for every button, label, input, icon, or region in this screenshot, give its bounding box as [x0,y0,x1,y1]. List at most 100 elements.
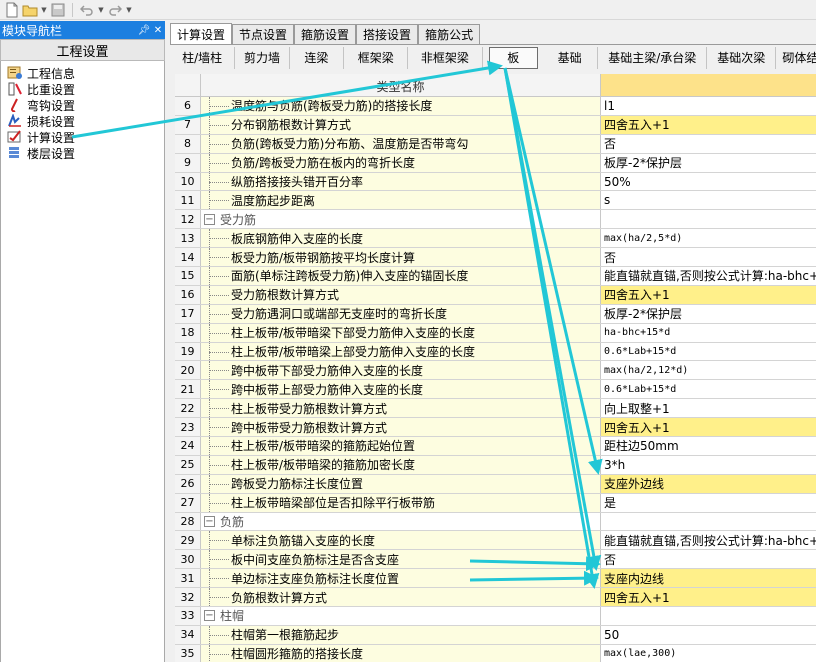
collapse-toggle-icon[interactable]: − [204,516,215,528]
close-icon[interactable]: ✕ [151,25,165,36]
undo-icon[interactable] [79,2,95,18]
row-value-cell[interactable]: 支座内边线 [601,569,816,588]
nav-item-calc-settings[interactable]: 计算设置 [1,129,164,145]
component-button-non-frame-beam[interactable]: 非框架梁 [408,46,483,69]
grid-row[interactable]: 19 柱上板带/板带暗梁上部受力筋伸入支座的长度 0.6*Lab+15*d [175,342,816,362]
row-value-cell[interactable]: 四舍五入+1 [601,418,816,437]
weight-icon [8,82,22,96]
component-button-shear-wall[interactable]: 剪力墙 [235,46,290,69]
component-button-foundation[interactable]: 基础 [542,46,599,69]
nav-item-project-info[interactable]: 工程信息 [1,65,164,81]
open-dropdown-arrow-icon[interactable]: ▼ [40,6,48,14]
undo-dropdown-arrow-icon[interactable]: ▼ [97,6,105,14]
row-value-cell[interactable] [601,513,816,531]
row-value-cell[interactable]: 50% [601,173,816,191]
grid-row[interactable]: 14 板受力筋/板带钢筋按平均长度计算 否 [175,248,816,268]
row-value-cell[interactable]: 3*h [601,456,816,474]
component-button-coupling-beam[interactable]: 连梁 [290,46,345,69]
grid-header-name[interactable]: 类型名称 [201,74,601,97]
row-value-cell[interactable]: 四舍五入+1 [601,115,816,134]
component-button-frame-beam[interactable]: 框架梁 [344,46,409,69]
tab-lap-settings[interactable]: 搭接设置 [356,24,419,44]
row-value-cell[interactable]: max(lae,300) [601,645,816,662]
grid-row[interactable]: 32 负筋根数计算方式 四舍五入+1 [175,588,816,608]
row-value-cell[interactable]: 四舍五入+1 [601,588,816,607]
grid-row[interactable]: 20 跨中板带下部受力筋伸入支座的长度 max(ha/2,12*d) [175,361,816,381]
grid-row[interactable]: 31 单边标注支座负筋标注长度位置 支座内边线 [175,569,816,589]
row-value-cell[interactable]: 否 [601,550,816,568]
row-value-cell[interactable]: 0.6*Lab+15*d [601,380,816,398]
grid-row[interactable]: 24 柱上板带/板带暗梁的箍筋起始位置 距柱边50mm [175,437,816,456]
component-button-foundation-secondary-beam[interactable]: 基础次梁 [707,46,777,69]
grid-group-row[interactable]: 28− 负筋 [175,512,816,532]
row-value-cell[interactable]: 否 [601,135,816,153]
grid-row[interactable]: 30 板中间支座负筋标注是否含支座 否 [175,550,816,570]
row-value-cell[interactable]: 否 [601,248,816,266]
row-value-cell[interactable]: 能直锚就直锚,否则按公式计算:ha-bhc+15*d [601,267,816,285]
grid-row[interactable]: 21 跨中板带上部受力筋伸入支座的长度 0.6*Lab+15*d [175,380,816,400]
grid-row[interactable]: 23 跨中板带受力筋根数计算方式 四舍五入+1 [175,418,816,438]
row-value-cell[interactable]: 50 [601,626,816,644]
row-value-cell[interactable]: 向上取整+1 [601,399,816,417]
tab-node-settings[interactable]: 节点设置 [232,24,295,44]
row-value-cell[interactable]: max(ha/2,12*d) [601,361,816,379]
open-folder-icon[interactable] [22,2,38,18]
grid-row[interactable]: 27 柱上板带暗梁部位是否扣除平行板带筋 是 [175,493,816,513]
nav-item-floor-settings[interactable]: 楼层设置 [1,145,164,161]
row-value-cell[interactable]: 是 [601,494,816,512]
save-icon[interactable] [50,2,66,18]
row-value-cell[interactable]: s [601,191,816,209]
row-value-cell[interactable]: 0.6*Lab+15*d [601,343,816,361]
grid-row[interactable]: 17 受力筋遇洞口或端部无支座时的弯折长度 板厚-2*保护层 [175,304,816,324]
collapse-toggle-icon[interactable]: − [204,610,215,622]
row-value-cell[interactable]: 能直锚就直锚,否则按公式计算:ha-bhc+15*d [601,531,816,549]
grid-row[interactable]: 18 柱上板带/板带暗梁下部受力筋伸入支座的长度 ha-bhc+15*d [175,323,816,343]
tab-calc-settings[interactable]: 计算设置 [170,23,233,44]
row-value-cell[interactable]: 支座外边线 [601,474,816,493]
grid-header-value[interactable] [601,74,816,97]
grid-row[interactable]: 7 分布钢筋根数计算方式 四舍五入+1 [175,115,816,135]
grid-row[interactable]: 25 柱上板带/板带暗梁的箍筋加密长度 3*h [175,455,816,475]
grid-group-row[interactable]: 12− 受力筋 [175,210,816,230]
grid-row[interactable]: 22 柱上板带受力筋根数计算方式 向上取整+1 [175,399,816,419]
grid-row[interactable]: 34 柱帽第一根箍筋起步 50 [175,625,816,645]
nav-item-label: 计算设置 [27,130,76,145]
row-value-cell[interactable]: 板厚-2*保护层 [601,154,816,172]
pin-icon[interactable]: 📌︎ [137,25,151,36]
row-value-cell[interactable]: ha-bhc+15*d [601,324,816,342]
nav-item-loss-settings[interactable]: 损耗设置 [1,113,164,129]
row-value-cell[interactable]: 距柱边50mm [601,437,816,455]
grid-row[interactable]: 10 纵筋搭接接头错开百分率 50% [175,172,816,192]
nav-item-weight-settings[interactable]: 比重设置 [1,81,164,97]
grid-row[interactable]: 6 温度筋与负筋(跨板受力筋)的搭接长度 l1 [175,97,816,116]
grid-row[interactable]: 15 面筋(单标注跨板受力筋)伸入支座的锚固长度 能直锚就直锚,否则按公式计算:ha… [175,267,816,286]
component-button-foundation-main-beam[interactable]: 基础主梁/承台梁 [598,46,708,69]
nav-item-hook-settings[interactable]: 弯钩设置 [1,97,164,113]
redo-icon[interactable] [107,2,123,18]
nav-section-header[interactable]: 工程设置 [0,39,165,61]
redo-dropdown-arrow-icon[interactable]: ▼ [125,6,133,14]
grid-row[interactable]: 11 温度筋起步距离 s [175,191,816,211]
new-file-icon[interactable] [4,2,20,18]
row-value-cell[interactable]: max(ha/2,5*d) [601,229,816,247]
tab-stirrup-settings[interactable]: 箍筋设置 [294,24,357,44]
collapse-toggle-icon[interactable]: − [204,213,215,225]
row-value-cell[interactable]: 板厚-2*保护层 [601,305,816,323]
component-button-masonry[interactable]: 砌体结 [776,47,816,69]
grid-row[interactable]: 29 单标注负筋锚入支座的长度 能直锚就直锚,否则按公式计算:ha-bhc+15*d [175,531,816,551]
component-button-column[interactable]: 柱/墙柱 [170,46,236,69]
row-number: 23 [175,418,201,437]
row-value-cell[interactable]: 四舍五入+1 [601,285,816,304]
grid-row[interactable]: 16 受力筋根数计算方式 四舍五入+1 [175,285,816,305]
grid-row[interactable]: 35 柱帽圆形箍筋的搭接长度 max(lae,300) [175,644,816,662]
grid-row[interactable]: 13 板底钢筋伸入支座的长度 max(ha/2,5*d) [175,229,816,249]
row-value-cell[interactable] [601,210,816,228]
row-value-cell[interactable] [601,607,816,625]
grid-group-row[interactable]: 33− 柱帽 [175,607,816,626]
component-button-slab[interactable]: 板 [488,46,538,69]
grid-row[interactable]: 8 负筋(跨板受力筋)分布筋、温度筋是否带弯勾 否 [175,134,816,154]
grid-row[interactable]: 9 负筋/跨板受力筋在板内的弯折长度 板厚-2*保护层 [175,153,816,173]
tab-stirrup-formula[interactable]: 箍筋公式 [418,24,481,44]
row-value-cell[interactable]: l1 [601,97,816,115]
grid-row[interactable]: 26 跨板受力筋标注长度位置 支座外边线 [175,474,816,494]
